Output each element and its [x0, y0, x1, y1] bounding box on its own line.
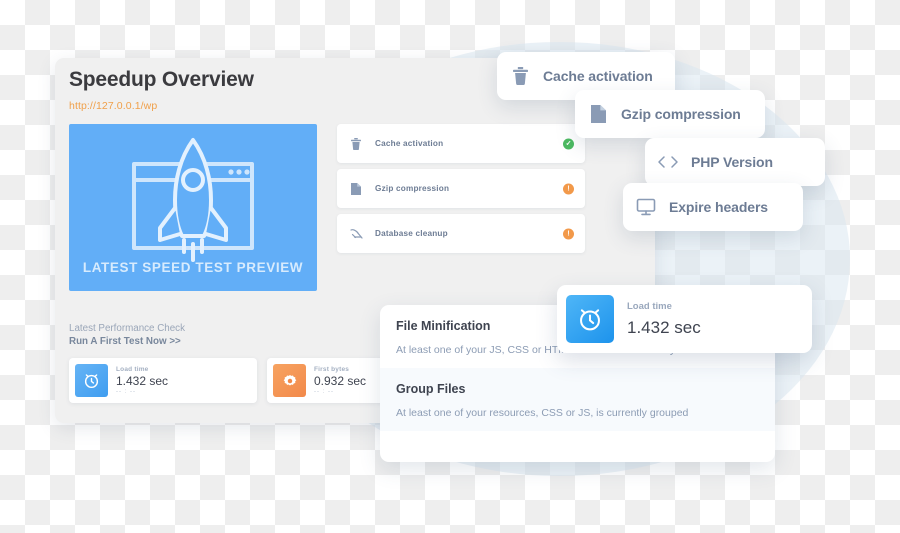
alarm-clock-icon: [566, 295, 614, 343]
run-first-test-link[interactable]: Run A First Test Now >>: [69, 336, 185, 347]
gear-icon: [273, 364, 306, 397]
site-url[interactable]: http://127.0.0.1/wp: [69, 100, 157, 112]
floating-card-label: Gzip compression: [621, 106, 741, 122]
status-badge-ok: ✓: [563, 138, 574, 149]
floating-card-label: Cache activation: [543, 68, 653, 84]
stat-sub: -- : --: [116, 389, 136, 395]
floating-card-expire-headers[interactable]: Expire headers: [623, 183, 803, 231]
stat-label: Load time: [116, 366, 149, 373]
checklist-row-database-cleanup[interactable]: Database cleanup !: [337, 214, 585, 253]
rocket-browser-icon: [132, 138, 254, 262]
code-brackets-icon: [645, 155, 691, 169]
trash-icon: [497, 67, 543, 85]
floating-card-php-version[interactable]: PHP Version: [645, 138, 825, 186]
document-icon: [575, 105, 621, 123]
detail-section-group-files[interactable]: Group Files At least one of your resourc…: [380, 368, 775, 431]
floating-card-label: PHP Version: [691, 154, 773, 170]
stat-value: 0.932 sec: [314, 374, 367, 388]
checklist-row-gzip-compression[interactable]: Gzip compression !: [337, 169, 585, 208]
detail-title: Group Files: [396, 382, 466, 396]
status-badge-warn: !: [563, 228, 574, 239]
loadtime-label: Load time: [627, 300, 672, 312]
checklist-label: Database cleanup: [375, 229, 448, 238]
speed-test-preview-tile[interactable]: LATEST SPEED TEST PREVIEW: [69, 124, 317, 291]
floating-card-load-time[interactable]: Load time 1.432 sec: [557, 285, 812, 353]
checklist-row-cache-activation[interactable]: Cache activation ✓: [337, 124, 585, 163]
monitor-icon: [623, 198, 669, 216]
trash-icon: [337, 137, 375, 150]
checklist-label: Cache activation: [375, 139, 444, 148]
database-icon: [337, 228, 375, 240]
optimization-checklist: Cache activation ✓ Gzip compression ! Da…: [337, 124, 585, 259]
stat-sub: -- : --: [314, 389, 334, 395]
stat-card-load-time[interactable]: Load time 1.432 sec -- : --: [69, 358, 257, 403]
alarm-clock-icon: [75, 364, 108, 397]
status-badge-warn: !: [563, 183, 574, 194]
loadtime-value: 1.432 sec: [627, 317, 701, 337]
performance-heading: Latest Performance Check: [69, 323, 185, 334]
stat-value: 1.432 sec: [116, 374, 169, 388]
detail-description: At least one of your resources, CSS or J…: [396, 407, 689, 419]
stat-label: First bytes: [314, 366, 350, 373]
document-icon: [337, 182, 375, 195]
floating-card-label: Expire headers: [669, 199, 768, 215]
checklist-label: Gzip compression: [375, 184, 450, 193]
page-title: Speedup Overview: [69, 68, 254, 91]
preview-label: LATEST SPEED TEST PREVIEW: [82, 260, 304, 275]
floating-card-gzip-compression[interactable]: Gzip compression: [575, 90, 765, 138]
performance-check-block: Latest Performance Check Run A First Tes…: [69, 323, 185, 347]
